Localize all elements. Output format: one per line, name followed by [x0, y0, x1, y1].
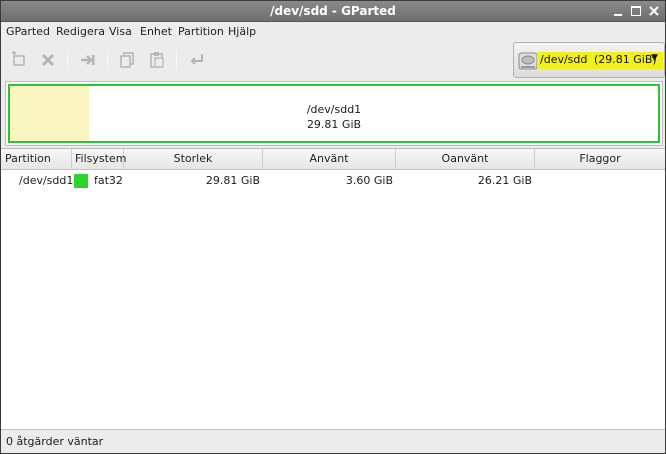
menu-redigera[interactable]: Redigera [56, 25, 105, 38]
partition-block[interactable]: /dev/sdd1 29.81 GiB [8, 84, 660, 143]
copy-button[interactable] [118, 51, 136, 69]
menu-enhet[interactable]: Enhet [140, 25, 172, 38]
undo-icon [190, 54, 203, 65]
filesystem-color-swatch [74, 174, 88, 188]
paste-button[interactable] [148, 51, 166, 69]
undo-button[interactable] [188, 51, 206, 69]
table-row[interactable]: /dev/sdd1 fat32 29.81 GiB 3.60 GiB 26.21… [1, 171, 665, 191]
close-button[interactable] [647, 4, 661, 18]
device-size: (29.81 GiB) [594, 53, 657, 66]
toolbar-separator [67, 50, 68, 70]
menu-visa[interactable]: Visa [109, 25, 132, 38]
resize-move-button[interactable] [79, 51, 97, 69]
maximize-button[interactable] [629, 4, 643, 18]
partition-map-size: 29.81 GiB [306, 118, 362, 131]
toolbar-separator [176, 50, 177, 70]
delete-button[interactable] [39, 51, 57, 69]
column-header-oanvant[interactable]: Oanvänt [396, 149, 535, 170]
new-partition-icon [12, 51, 25, 66]
menu-hjalp[interactable]: Hjälp [228, 25, 256, 38]
device-path: /dev/sdd [540, 53, 588, 66]
cell-unused: 26.21 GiB [477, 174, 532, 187]
gparted-window: /dev/sdd - GParted GParted Redigera Visa… [0, 0, 666, 454]
dropdown-arrow-icon: ▼ [651, 53, 658, 63]
close-icon [649, 6, 659, 16]
title-bar[interactable]: /dev/sdd - GParted [1, 1, 665, 22]
cell-size: 29.81 GiB [205, 174, 260, 187]
maximize-icon [631, 6, 641, 16]
partition-table: Partition Filsystem Storlek Använt Oanvä… [1, 148, 665, 429]
partition-map-name: /dev/sdd1 [306, 103, 362, 116]
resize-move-icon [81, 55, 95, 65]
menu-gparted[interactable]: GParted [6, 25, 50, 38]
cell-used: 3.60 GiB [345, 174, 393, 187]
pending-operations-status: 0 åtgärder väntar [6, 435, 104, 448]
menu-partition[interactable]: Partition [178, 25, 224, 38]
menu-bar: GParted Redigera Visa Enhet Partition Hj… [1, 22, 665, 41]
column-header-storlek[interactable]: Storlek [124, 149, 263, 170]
partition-map: /dev/sdd1 29.81 GiB [5, 81, 663, 146]
minimize-icon [614, 14, 622, 16]
status-bar: 0 åtgärder väntar [1, 429, 665, 453]
table-header: Partition Filsystem Storlek Använt Oanvä… [1, 149, 665, 170]
window-title: /dev/sdd - GParted [270, 4, 396, 18]
column-header-anvant[interactable]: Använt [263, 149, 396, 170]
device-selector[interactable]: /dev/sdd (29.81 GiB) ▼ [513, 42, 665, 78]
cell-filesystem: fat32 [94, 174, 123, 187]
column-header-flaggor[interactable]: Flaggor [535, 149, 665, 170]
copy-icon [120, 52, 134, 68]
cell-partition: /dev/sdd1 [19, 174, 74, 187]
column-header-partition[interactable]: Partition [1, 149, 72, 170]
toolbar-separator [107, 50, 108, 70]
hard-disk-icon [518, 52, 538, 70]
column-header-filsystem[interactable]: Filsystem [72, 149, 126, 170]
paste-icon [150, 52, 164, 68]
new-partition-button[interactable] [10, 51, 28, 69]
delete-icon [41, 53, 55, 67]
minimize-button[interactable] [611, 4, 625, 18]
